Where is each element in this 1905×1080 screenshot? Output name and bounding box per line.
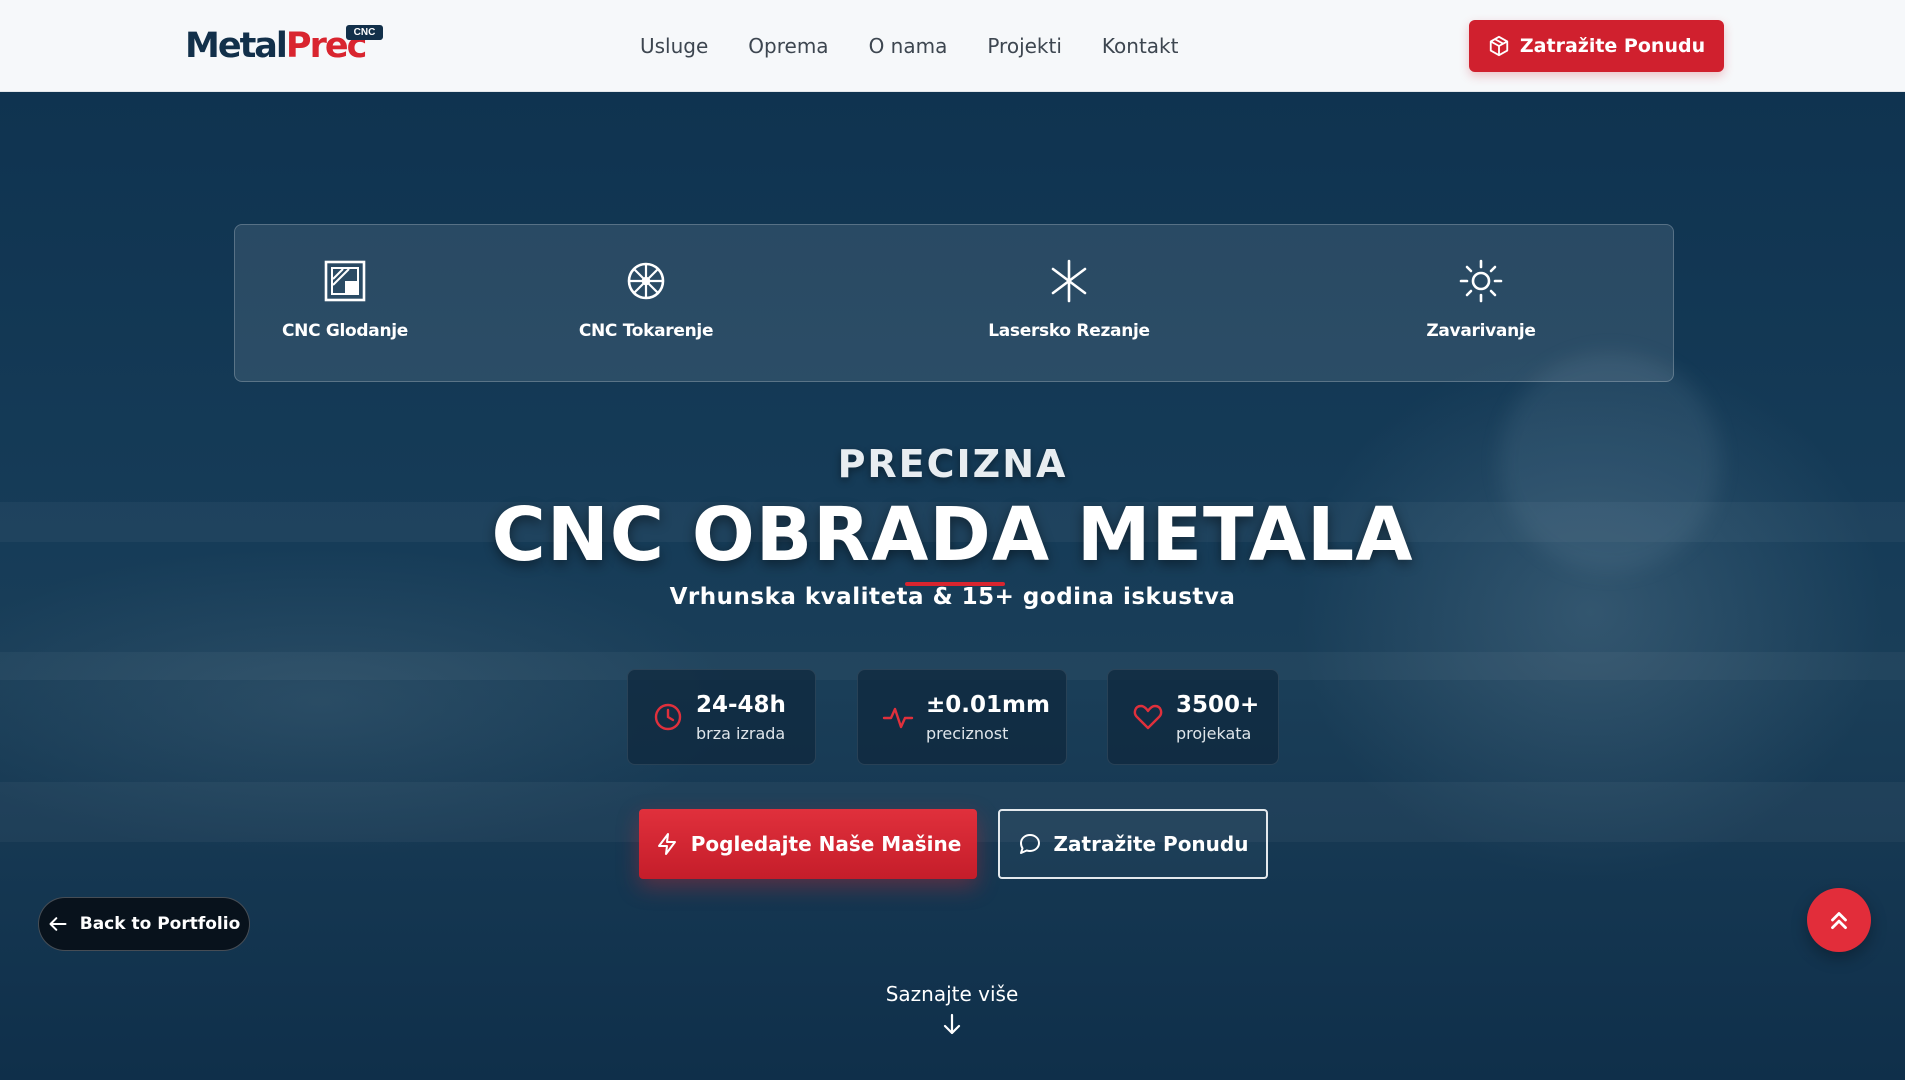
nav-item-kontakt[interactable]: Kontakt	[1102, 34, 1179, 58]
arrow-down-icon	[943, 1013, 961, 1035]
request-quote-button[interactable]: Zatražite Ponudu	[998, 809, 1268, 879]
stat-text: 24-48h brza izrada	[696, 692, 786, 743]
stat-text: ±0.01mm preciznost	[926, 692, 1050, 743]
nav-item-oprema[interactable]: Oprema	[748, 34, 828, 58]
scroll-to-top-button[interactable]	[1807, 888, 1871, 952]
service-zavarivanje[interactable]: Zavarivanje	[1371, 225, 1591, 383]
stat-card-projects: 3500+ projekata	[1107, 669, 1279, 765]
nav-item-usluge[interactable]: Usluge	[640, 34, 708, 58]
logo-badge: CNC	[346, 25, 383, 40]
laser-icon	[1051, 259, 1087, 303]
welding-spark-icon	[1459, 259, 1503, 303]
stat-value: ±0.01mm	[926, 691, 1050, 718]
service-label: Zavarivanje	[1426, 321, 1536, 341]
hero-subtitle: Vrhunska kvaliteta & 15+ godina iskustva	[669, 584, 1236, 610]
service-label: CNC Tokarenje	[578, 321, 714, 341]
service-cnc-glodanje[interactable]: CNC Glodanje	[235, 225, 455, 383]
main-nav: Usluge Oprema O nama Projekti Kontakt	[640, 0, 1178, 92]
back-to-portfolio-button[interactable]: Back to Portfolio	[38, 897, 250, 951]
clock-icon	[654, 703, 682, 731]
service-label: Lasersko Rezanje	[988, 321, 1150, 341]
site-header: MetalPrec CNC Usluge Oprema O nama Proje…	[0, 0, 1905, 92]
hero-pre-title: PRECIZNA	[837, 442, 1068, 486]
service-lasersko-rezanje[interactable]: Lasersko Rezanje	[959, 225, 1179, 383]
stat-card-precision: ±0.01mm preciznost	[857, 669, 1067, 765]
service-label: CNC Glodanje	[281, 321, 409, 341]
logo-text-metal: Metal	[185, 26, 288, 66]
stat-label: brza izrada	[696, 723, 786, 743]
back-to-portfolio-label: Back to Portfolio	[79, 914, 241, 934]
view-machines-button[interactable]: Pogledajte Naše Mašine	[639, 809, 977, 879]
view-machines-label: Pogledajte Naše Mašine	[690, 832, 962, 856]
stat-label: preciznost	[926, 723, 1009, 743]
learn-more-link[interactable]: Saznajte više	[852, 982, 1052, 1036]
activity-icon	[882, 707, 914, 729]
stat-value: 3500+	[1176, 691, 1260, 718]
service-cnc-tokarenje[interactable]: CNC Tokarenje	[536, 225, 756, 383]
services-panel: CNC Glodanje CNC Tokarenje Lasersko Reza…	[234, 224, 1674, 382]
stat-value: 24-48h	[696, 691, 786, 718]
stat-label: projekata	[1176, 723, 1252, 743]
request-quote-label: Zatražite Ponudu	[1053, 832, 1249, 856]
arrow-left-icon	[49, 917, 67, 931]
logo[interactable]: MetalPrec CNC	[185, 24, 383, 68]
cube-icon	[1489, 35, 1509, 57]
hero-title: CNC OBRADA METALA	[491, 492, 1414, 578]
logo-wordmark: MetalPrec	[185, 24, 367, 68]
nav-item-o-nama[interactable]: O nama	[869, 34, 948, 58]
lightning-icon	[657, 833, 676, 855]
chat-bubble-icon	[1019, 834, 1040, 854]
stat-text: 3500+ projekata	[1176, 692, 1259, 743]
heart-icon	[1133, 704, 1163, 730]
hero-section: CNC Glodanje CNC Tokarenje Lasersko Reza…	[0, 92, 1905, 1080]
milling-icon	[324, 260, 366, 302]
stat-card-delivery: 24-48h brza izrada	[627, 669, 816, 765]
header-quote-button[interactable]: Zatražite Ponudu	[1469, 20, 1724, 72]
double-chevron-up-icon	[1831, 912, 1847, 929]
lathe-wheel-icon	[627, 262, 665, 300]
header-quote-label: Zatražite Ponudu	[1519, 35, 1706, 57]
nav-item-projekti[interactable]: Projekti	[987, 34, 1062, 58]
learn-more-label: Saznajte više	[885, 982, 1019, 1006]
